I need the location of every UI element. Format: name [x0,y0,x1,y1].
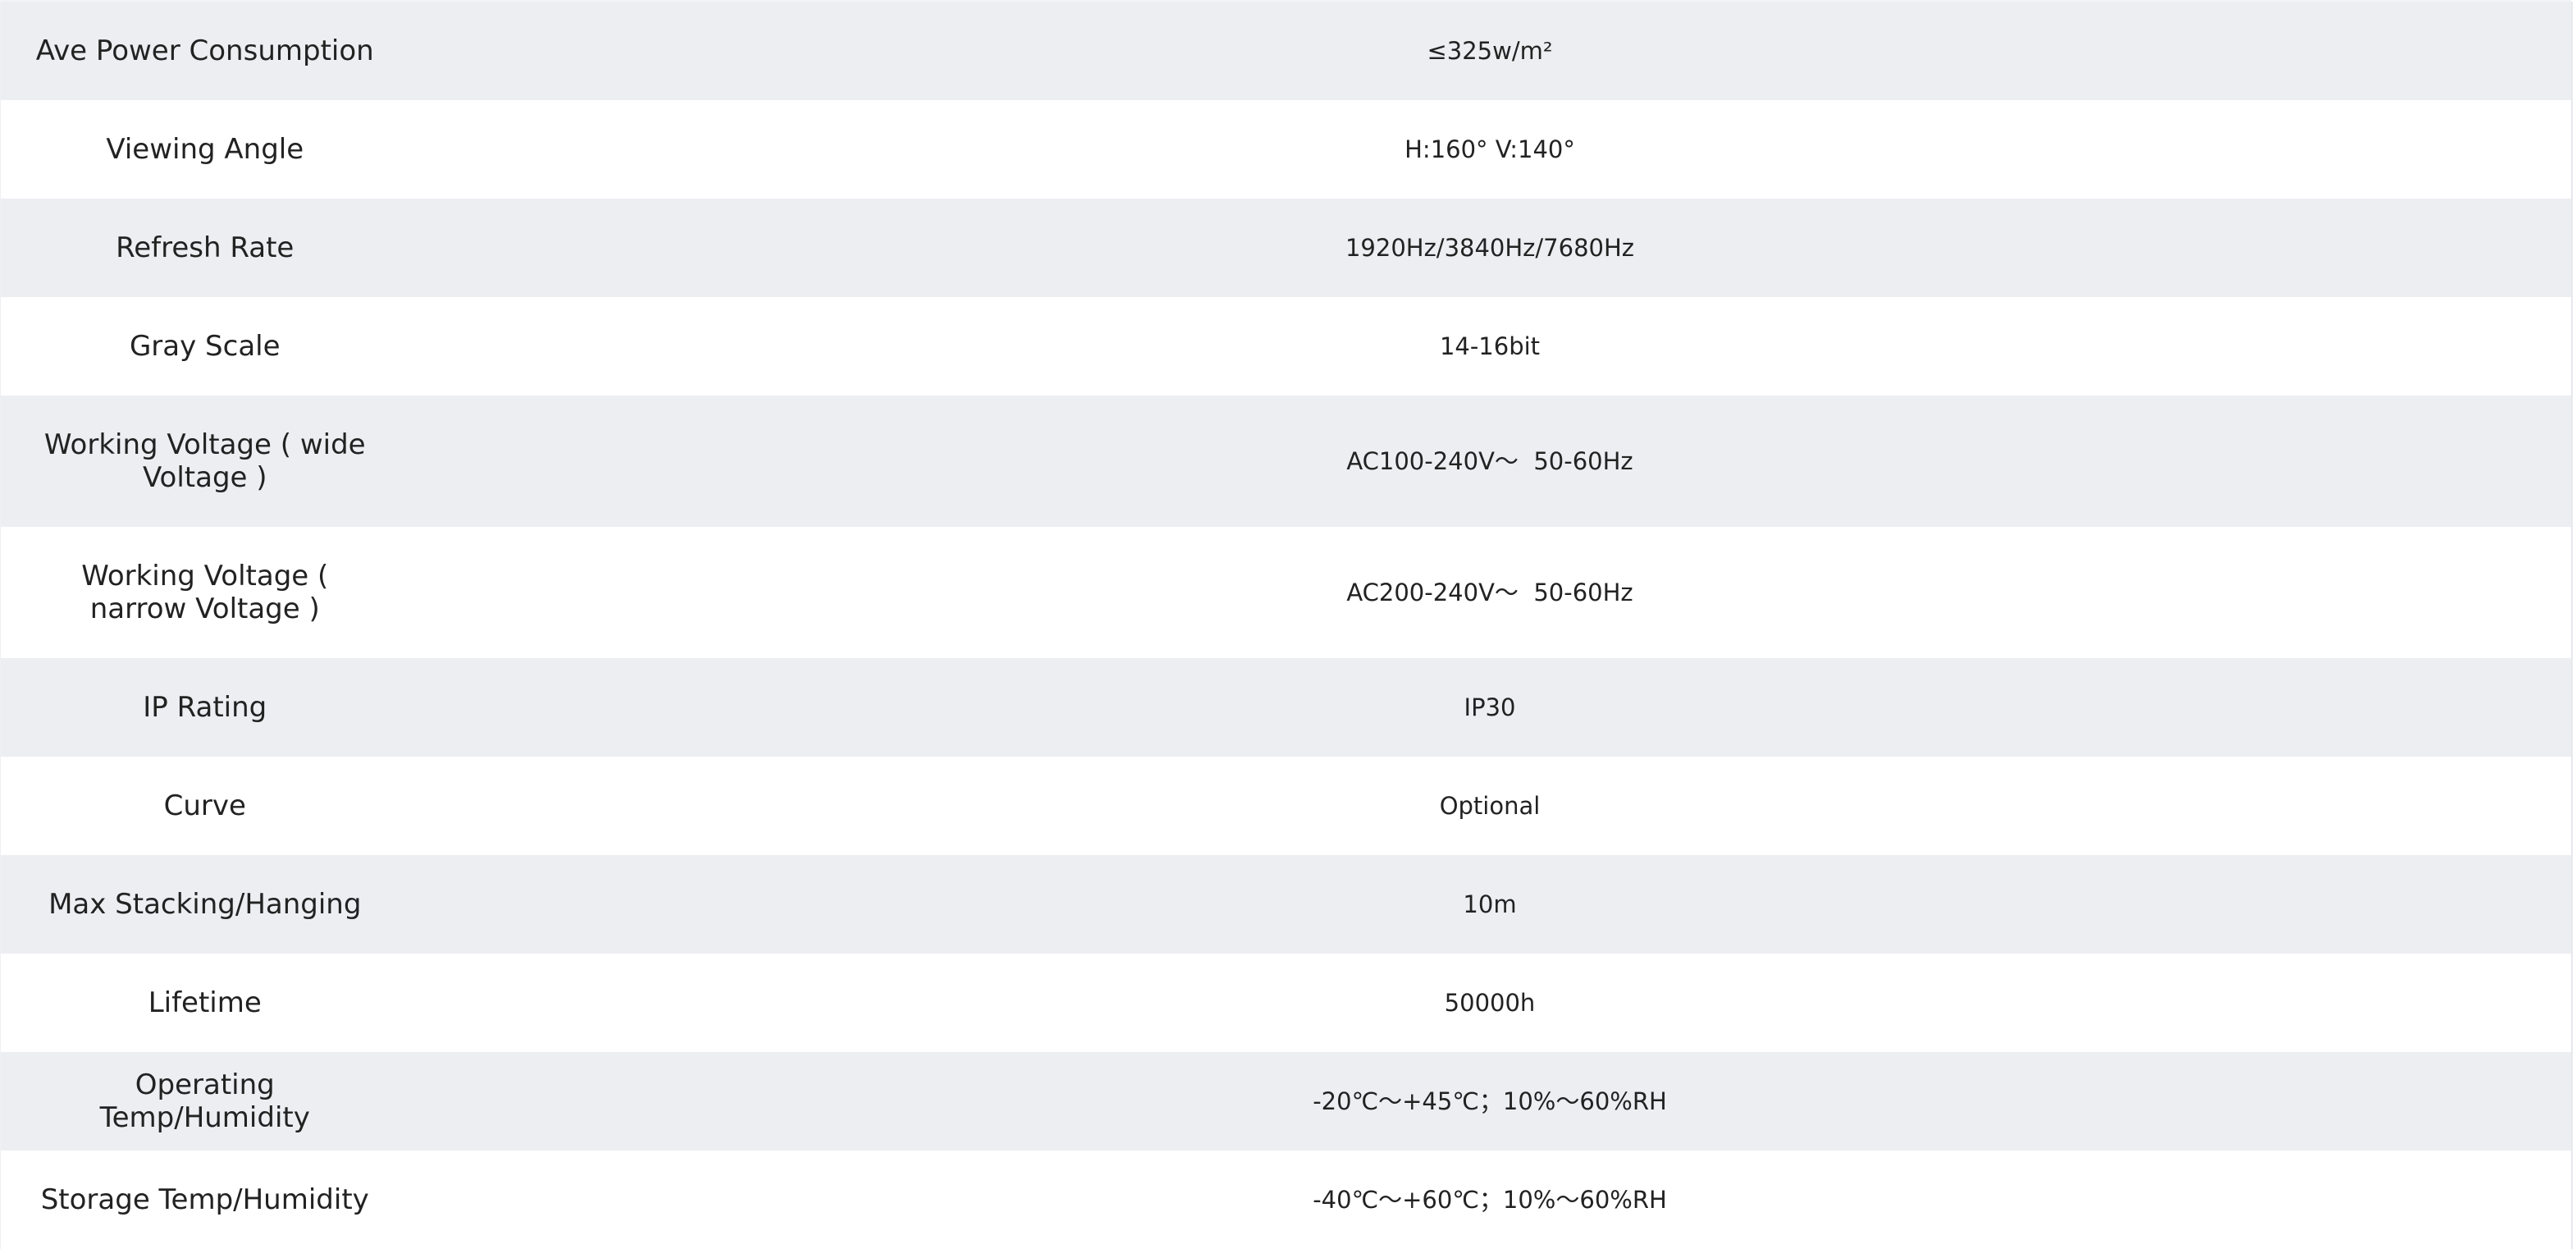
spec-label: Refresh Rate [0,199,409,297]
spec-value: AC100-240V～ 50-60Hz [409,396,2572,527]
table-row-gray-scale: Gray Scale 14-16bit [0,297,2572,396]
spec-label: Viewing Angle [0,100,409,199]
spec-value: AC200-240V～ 50-60Hz [409,527,2572,658]
spec-label: Curve [0,757,409,855]
table-row-operating-temp-humidity: Operating Temp/Humidity -20℃～+45℃；10%～60… [0,1052,2572,1151]
table-row-working-voltage-wide: Working Voltage ( wide Voltage ) AC100-2… [0,396,2572,527]
table-row-ip-rating: IP Rating IP30 [0,658,2572,757]
spec-label: Max Stacking/Hanging [0,855,409,954]
table-row-lifetime: Lifetime 50000h [0,954,2572,1052]
spec-value: 14-16bit [409,297,2572,396]
spec-value: 1920Hz/3840Hz/7680Hz [409,199,2572,297]
table-row-ave-power-consumption: Ave Power Consumption ≤325w/m² [0,2,2572,100]
table-row-working-voltage-narrow: Working Voltage ( narrow Voltage ) AC200… [0,527,2572,658]
spec-value: ≤325w/m² [409,2,2572,100]
spec-label: Lifetime [0,954,409,1052]
table-row-curve: Curve Optional [0,757,2572,855]
spec-value: IP30 [409,658,2572,757]
table-row-storage-temp-humidity: Storage Temp/Humidity -40℃～+60℃；10%～60%R… [0,1151,2572,1249]
spec-label: Working Voltage ( narrow Voltage ) [0,527,409,658]
spec-label: Storage Temp/Humidity [0,1151,409,1249]
spec-value: -20℃～+45℃；10%～60%RH [409,1052,2572,1151]
specifications-table: Ave Power Consumption ≤325w/m² Viewing A… [0,2,2573,1249]
spec-label: Operating Temp/Humidity [0,1052,409,1151]
spec-label: Ave Power Consumption [0,2,409,100]
spec-value: 50000h [409,954,2572,1052]
table-row-max-stacking-hanging: Max Stacking/Hanging 10m [0,855,2572,954]
spec-value: Optional [409,757,2572,855]
table-row-refresh-rate: Refresh Rate 1920Hz/3840Hz/7680Hz [0,199,2572,297]
table-row-viewing-angle: Viewing Angle H:160° V:140° [0,100,2572,199]
spec-label: Working Voltage ( wide Voltage ) [0,396,409,527]
spec-label: Gray Scale [0,297,409,396]
spec-value: -40℃～+60℃；10%～60%RH [409,1151,2572,1249]
spec-value: 10m [409,855,2572,954]
spec-label: IP Rating [0,658,409,757]
spec-value: H:160° V:140° [409,100,2572,199]
